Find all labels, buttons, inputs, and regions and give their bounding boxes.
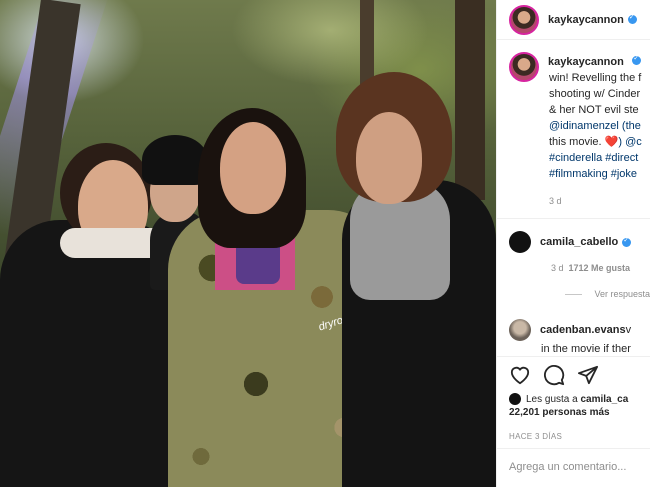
post-header: kaykaycannon — [497, 0, 650, 40]
like-count[interactable]: 22,201 personas más — [509, 407, 610, 418]
verified-icon — [632, 54, 642, 66]
commenter-avatar[interactable] — [509, 319, 531, 341]
hashtag-link[interactable]: #filmmaking #joke — [549, 166, 642, 182]
view-replies[interactable]: Ver respuesta — [509, 289, 650, 299]
author-avatar[interactable] — [509, 4, 539, 35]
comment-item: camila_cabello 3 d 1712 Me gusta Ver res… — [497, 219, 650, 299]
comment-text: in the movie if ther — [541, 343, 631, 355]
caption-avatar[interactable] — [509, 52, 539, 82]
comment-input[interactable]: Agrega un comentario... — [497, 448, 650, 487]
post-photo[interactable]: dryrobe — [0, 0, 496, 487]
comment-meta: 3 d 1712 Me gusta — [551, 263, 631, 273]
author-username[interactable]: kaykaycannon — [548, 14, 624, 26]
hashtag-link[interactable]: #cinderella #direct — [549, 150, 642, 166]
liker-avatar — [509, 393, 521, 405]
commenter-username[interactable]: camila_cabello — [540, 236, 618, 248]
caption-username[interactable]: kaykaycannon — [548, 56, 624, 68]
heart-icon[interactable] — [509, 365, 531, 385]
verified-icon — [622, 236, 632, 247]
comment-likes[interactable]: 1712 Me gusta — [569, 263, 631, 273]
comment-item: cadenban.evans v in the movie if ther — [497, 299, 650, 355]
tree-trunk — [455, 0, 485, 200]
post-caption-block: kaykaycannon win! Revelling the f shooti… — [497, 40, 650, 206]
comment-icon[interactable] — [543, 364, 565, 386]
mention-link[interactable]: @idinamenzel (the — [549, 118, 642, 134]
heart-emoji: ❤️ — [604, 136, 619, 148]
post-age: HACE 3 DÍAS — [509, 432, 563, 441]
share-icon[interactable] — [577, 365, 599, 385]
post-actions: Les gusta a camila_ca 22,201 personas má… — [497, 356, 650, 441]
commenter-username[interactable]: cadenban.evans — [540, 324, 626, 336]
post-sidebar: kaykaycannon kaykaycannon win! Revelling… — [496, 0, 650, 487]
caption-time: 3 d — [549, 196, 562, 206]
verified-icon — [627, 13, 637, 24]
liked-by[interactable]: Les gusta a camila_ca — [509, 393, 650, 405]
commenter-avatar[interactable] — [509, 231, 531, 253]
caption-text: win! Revelling the f shooting w/ Cinder … — [549, 72, 642, 182]
